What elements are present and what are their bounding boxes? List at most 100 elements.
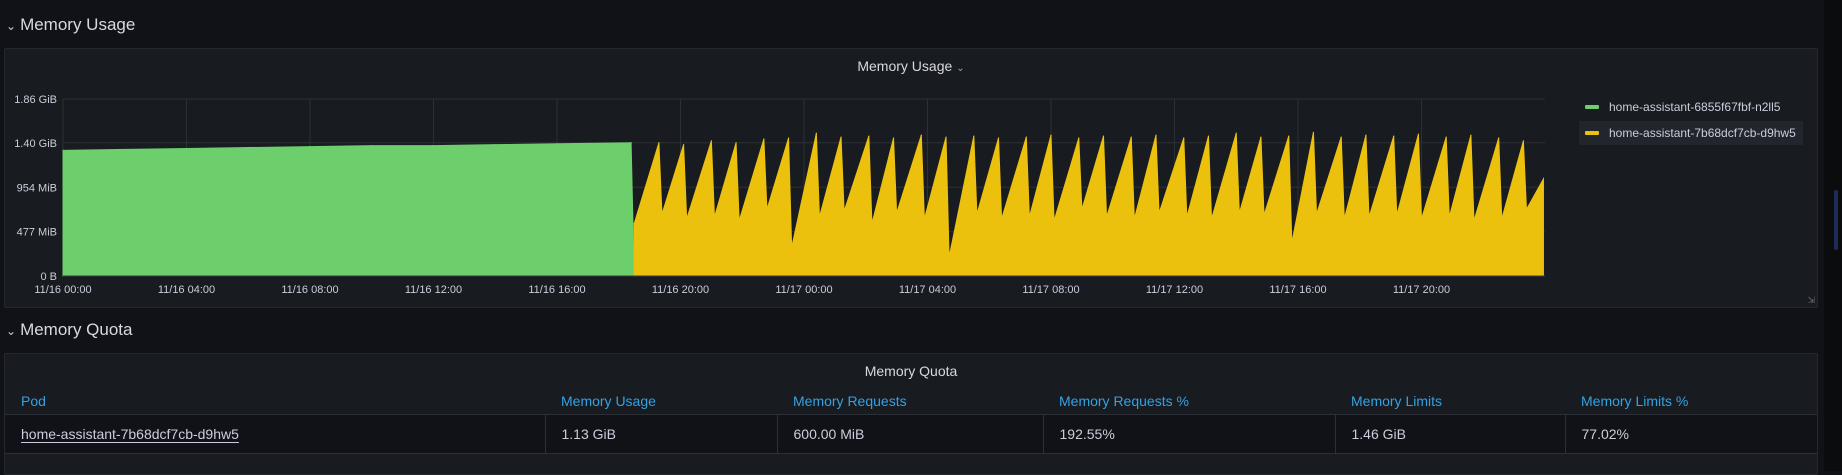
data-point <box>432 145 435 147</box>
memory-usage-chart[interactable]: 0 B 477 MiB 954 MiB 1.40 GiB 1.86 GiB 11/16 0… <box>5 49 1565 307</box>
data-point <box>1081 208 1083 210</box>
legend-swatch-green <box>1585 105 1599 109</box>
x-tick-label: 11/16 00:00 <box>34 284 91 296</box>
data-point <box>1133 218 1135 220</box>
table-header-row: Pod Memory Usage Memory Requests Memory … <box>5 388 1817 415</box>
data-point <box>1498 137 1500 139</box>
row-title: Memory Quota <box>20 320 133 339</box>
data-point <box>309 145 311 148</box>
data-point <box>868 135 870 137</box>
data-point <box>1102 135 1105 137</box>
column-header-memory-requests-pct[interactable]: Memory Requests % <box>1043 388 1335 415</box>
x-tick-label: 11/17 12:00 <box>1146 284 1203 296</box>
data-point <box>1396 214 1398 216</box>
legend-label: home-assistant-6855f67fbf-n2ll5 <box>1609 100 1781 114</box>
data-point <box>766 208 768 210</box>
data-point <box>713 216 716 218</box>
data-point <box>840 136 842 138</box>
data-point <box>1448 216 1450 218</box>
row-memory-quota[interactable]: ⌄ Memory Quota <box>6 313 133 347</box>
data-point <box>1001 218 1003 220</box>
chevron-down-icon: ⌄ <box>6 19 17 33</box>
y-tick-label: 1.86 GiB <box>14 94 57 106</box>
legend-swatch-yellow <box>1585 131 1599 135</box>
x-tick-label: 11/16 12:00 <box>405 284 462 296</box>
x-tick-label: 11/16 08:00 <box>281 284 338 296</box>
data-point <box>818 216 821 218</box>
data-point <box>1312 131 1315 133</box>
x-tick-label: 11/17 20:00 <box>1393 284 1450 296</box>
data-point <box>1470 134 1472 136</box>
data-point <box>686 218 688 220</box>
data-point <box>1053 220 1055 222</box>
column-header-memory-limits-pct[interactable]: Memory Limits % <box>1565 388 1817 415</box>
scrollbar-thumb[interactable] <box>1834 190 1838 250</box>
data-point <box>791 246 793 249</box>
data-point <box>1183 137 1185 139</box>
data-point <box>923 218 926 220</box>
pod-link[interactable]: home-assistant-7b68dcf7cb-d9hw5 <box>21 426 239 442</box>
x-tick-label: 11/16 04:00 <box>158 284 215 296</box>
data-point <box>661 213 663 215</box>
row-memory-usage[interactable]: ⌄ Memory Usage <box>6 8 135 42</box>
page-scrollbar[interactable] <box>1824 0 1842 471</box>
data-point <box>1050 134 1052 136</box>
data-point <box>892 137 895 139</box>
data-point <box>658 142 660 144</box>
x-tick-label: 11/17 16:00 <box>1269 284 1326 296</box>
data-point <box>1130 136 1132 138</box>
data-point <box>1417 133 1420 135</box>
data-point <box>1207 135 1210 137</box>
data-point <box>1340 136 1342 138</box>
data-point <box>1291 242 1293 244</box>
data-point <box>896 212 898 214</box>
data-point <box>1365 134 1367 136</box>
memory-usage-panel: Memory Usage ⌄ 0 B 477 MiB 954 MiB 1.40 GiB 1… <box>4 48 1818 308</box>
data-point <box>1473 220 1475 222</box>
legend-item-series-2[interactable]: home-assistant-7b68dcf7cb-d9hw5 <box>1579 121 1803 145</box>
data-point <box>997 137 1000 139</box>
data-point <box>1522 140 1524 142</box>
data-point <box>973 135 975 137</box>
chevron-down-icon: ⌄ <box>6 324 17 338</box>
data-point <box>1501 218 1503 220</box>
data-point <box>738 220 740 222</box>
legend-item-series-1[interactable]: home-assistant-6855f67fbf-n2ll5 <box>1579 95 1803 119</box>
data-point <box>1315 213 1318 215</box>
data-point <box>815 132 817 134</box>
data-point <box>1025 136 1027 138</box>
data-point <box>1542 178 1545 180</box>
table-row: home-assistant-7b68dcf7cb-d9hw5 1.13 GiB… <box>5 414 1817 454</box>
chart-legend: home-assistant-6855f67fbf-n2ll5 home-ass… <box>1579 95 1803 147</box>
column-header-memory-usage[interactable]: Memory Usage <box>545 388 777 415</box>
y-tick-label: 954 MiB <box>17 182 57 194</box>
data-point <box>630 142 632 144</box>
x-tick-label: 11/16 16:00 <box>528 284 585 296</box>
data-point <box>948 256 950 258</box>
cell-memory-limits: 1.46 GiB <box>1335 414 1566 454</box>
data-point <box>871 223 873 225</box>
series-area-2 <box>633 132 1544 277</box>
data-point <box>1028 216 1030 218</box>
data-point <box>843 210 845 212</box>
legend-label: home-assistant-7b68dcf7cb-d9hw5 <box>1609 126 1796 140</box>
column-header-memory-limits[interactable]: Memory Limits <box>1335 388 1565 415</box>
column-header-memory-requests[interactable]: Memory Requests <box>777 388 1043 415</box>
column-header-pod[interactable]: Pod <box>5 388 545 415</box>
cell-memory-usage: 1.13 GiB <box>545 414 778 454</box>
resize-handle-icon[interactable]: ⇲ <box>1807 295 1815 306</box>
data-point <box>185 147 188 150</box>
data-point <box>945 136 947 138</box>
data-point <box>556 143 558 145</box>
panel-title[interactable]: Memory Quota <box>5 363 1817 379</box>
data-point <box>1186 216 1188 218</box>
data-point <box>787 137 790 139</box>
x-tick-label: 11/17 08:00 <box>1022 284 1079 296</box>
data-point <box>62 149 64 151</box>
y-tick-label: 477 MiB <box>17 227 57 239</box>
data-point <box>1368 216 1370 218</box>
data-point <box>247 146 249 149</box>
data-point <box>1393 135 1395 137</box>
data-point <box>124 148 126 151</box>
data-point <box>1420 218 1423 220</box>
